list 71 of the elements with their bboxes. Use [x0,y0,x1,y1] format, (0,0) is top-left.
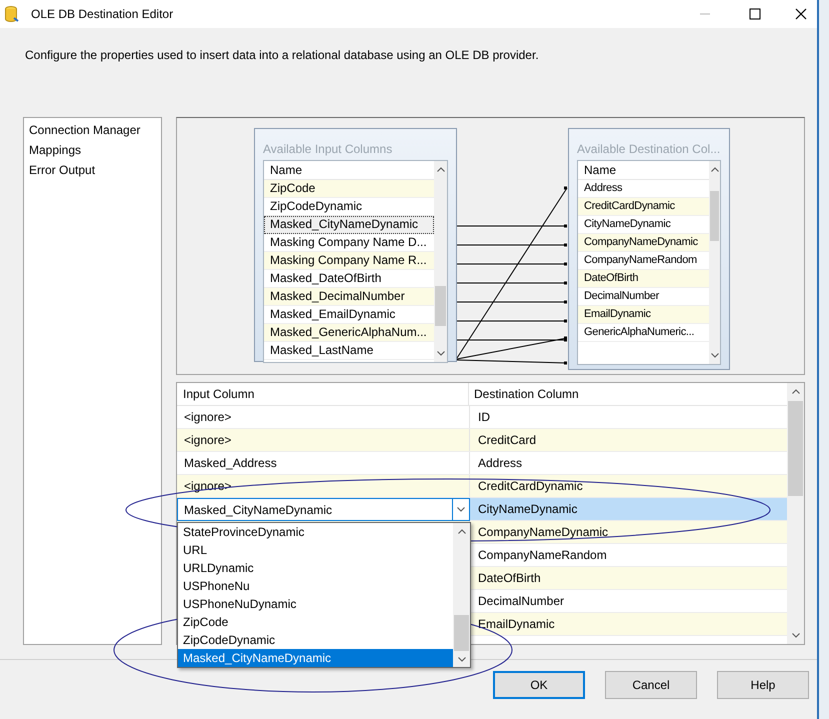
dropdown-option[interactable]: StateProvinceDynamic [178,523,453,541]
column-list-item[interactable]: ZipCode [264,180,434,198]
column-list-item[interactable]: Masked_GenericAlphaNum... [264,324,434,342]
scrollbar-thumb[interactable] [710,191,719,241]
column-list-item[interactable]: CompanyNameRandom [578,252,709,270]
column-list-item[interactable]: Address [578,180,709,198]
chevron-down-icon[interactable] [436,351,444,356]
sidebar-item[interactable]: Error Output [29,160,161,180]
scrollbar-thumb[interactable] [454,615,469,651]
column-header: Input Column [177,383,469,405]
table-cell[interactable]: CompanyNameDynamic [470,521,788,543]
column-list-item[interactable]: CompanyNameDynamic [578,234,709,252]
sidebar-item[interactable]: Mappings [29,140,161,160]
column-list-item[interactable]: Masked_EmailDynamic [264,306,434,324]
chevron-down-icon[interactable] [792,633,800,638]
table-cell[interactable]: CreditCard [470,429,788,451]
scrollbar[interactable] [787,383,804,644]
table-cell[interactable]: DecimalNumber [470,590,788,612]
chevron-down-icon[interactable] [710,353,718,358]
table-cell[interactable]: EmailDynamic [470,613,788,635]
chevron-up-icon[interactable] [710,167,718,172]
dropdown-option[interactable]: ZipCode [178,613,453,631]
database-icon [5,6,19,22]
panel-title: Available Destination Col... [577,141,721,158]
table-cell: <ignore> [177,429,470,451]
chevron-up-icon[interactable] [458,529,466,534]
column-list-item[interactable]: Masking Company Name R... [264,252,434,270]
table-cell[interactable]: CityNameDynamic [470,498,788,520]
chevron-up-icon[interactable] [436,167,444,172]
table-cell[interactable]: CreditCardDynamic [470,475,788,497]
column-list-item[interactable]: Masking Company Name D... [264,234,434,252]
close-icon[interactable] [795,8,807,20]
column-list-item[interactable]: Masked_DateOfBirth [264,270,434,288]
scrollbar-thumb[interactable] [788,401,803,496]
table-cell: <ignore> [177,406,470,428]
dropdown-option[interactable]: USPhoneNu [178,577,453,595]
column-list-item[interactable]: GenericAlphaNumeric... [578,324,709,342]
column-list-item[interactable]: EmailDynamic [578,306,709,324]
dropdown-option[interactable]: USPhoneNuDynamic [178,595,453,613]
dropdown-option[interactable]: Masked_CityNameDynamic [178,649,453,667]
window-title: OLE DB Destination Editor [31,6,174,23]
column-list-item[interactable]: Masked_LastName [264,342,434,360]
chevron-down-icon[interactable] [457,507,465,512]
dialog-button[interactable]: OK [493,671,585,699]
scrollbar-thumb[interactable] [435,286,446,326]
dropdown-field[interactable]: Masked_CityNameDynamic [177,498,470,521]
column-list-item[interactable]: ZipCodeDynamic [264,198,434,216]
dialog-button[interactable]: Cancel [605,671,697,699]
column-list-item[interactable]: CreditCardDynamic [578,198,709,216]
chevron-down-icon[interactable] [458,657,466,662]
column-list-item[interactable]: Masked_DecimalNumber [264,288,434,306]
scrollbar[interactable] [453,523,470,667]
dropdown-option[interactable]: URLDynamic [178,559,453,577]
column-list-item[interactable]: DateOfBirth [578,270,709,288]
column-list-item[interactable]: DecimalNumber [578,288,709,306]
dropdown-option[interactable]: ZipCodeDynamic [178,631,453,649]
dropdown-option[interactable]: URL [178,541,453,559]
column-list-item[interactable]: CityNameDynamic [578,216,709,234]
table-cell: Masked_Address [177,452,470,474]
scrollbar[interactable] [434,161,447,362]
panel-title: Available Input Columns [263,141,394,158]
table-cell[interactable]: Address [470,452,788,474]
scrollbar[interactable] [709,161,720,364]
column-list-item[interactable]: Masked_CityNameDynamic [264,216,434,234]
sidebar-item[interactable]: Connection Manager [29,120,161,140]
table-cell[interactable]: ID [470,406,788,428]
table-cell[interactable]: CompanyNameRandom [470,544,788,566]
chevron-up-icon[interactable] [792,389,800,394]
description-text: Configure the properties used to insert data into a relational database using an OLE DB provider. [25,47,540,64]
maximize-icon[interactable] [749,8,761,20]
dialog-button[interactable]: Help [717,671,809,699]
